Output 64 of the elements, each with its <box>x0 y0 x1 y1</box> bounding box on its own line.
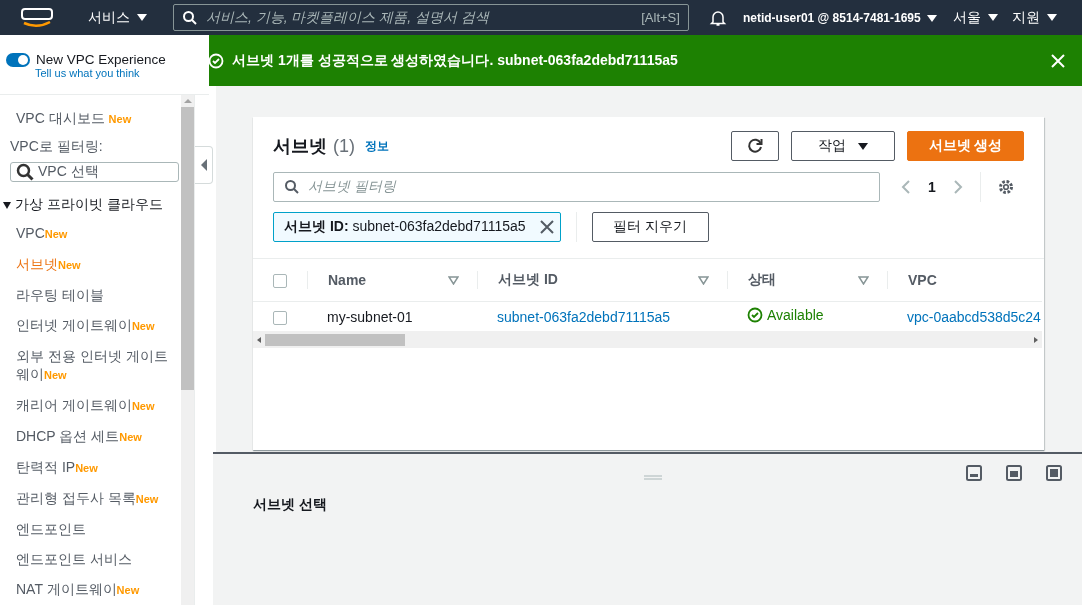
settings-icon[interactable] <box>996 178 1015 196</box>
search-icon <box>16 163 34 181</box>
collapse-sidebar-button[interactable] <box>195 146 213 184</box>
search-icon <box>284 179 300 195</box>
status-text: Available <box>767 307 824 323</box>
shortcut-hint: [Alt+S] <box>641 10 680 25</box>
sort-icon[interactable] <box>448 275 459 285</box>
toggle-label: New VPC Experience <box>36 52 166 67</box>
actions-dropdown[interactable]: 작업 <box>791 131 895 161</box>
bell-icon[interactable] <box>708 8 727 27</box>
toggle-switch[interactable] <box>6 52 30 67</box>
success-message: 서브넷 1개를 성공적으로 생성하였습니다. subnet-063fa2debd71115a5 <box>232 51 679 70</box>
check-circle-icon <box>747 307 763 323</box>
search-icon <box>181 9 198 26</box>
close-icon[interactable] <box>539 220 554 234</box>
region-menu[interactable]: 서울 <box>953 8 998 27</box>
feedback-link[interactable]: Tell us what you think <box>35 67 209 79</box>
column-header[interactable]: 서브넷 ID <box>498 271 558 289</box>
account-menu[interactable]: netid-user01 @ 8514-7481-1695 <box>742 10 938 25</box>
nav-item[interactable]: 캐리어 게이트웨이New <box>0 396 181 415</box>
sort-icon[interactable] <box>858 275 869 285</box>
vpc-select-field[interactable]: VPC 선택 <box>10 162 179 182</box>
nav-item[interactable]: 라우팅 테이블 <box>0 286 181 304</box>
search-field[interactable]: 서비스, 기능, 마켓플레이스 제품, 설명서 검색 [Alt+S] <box>172 4 689 31</box>
nav-item[interactable]: 엔드포인트 서비스 <box>0 550 181 568</box>
services-menu[interactable]: 서비스 <box>88 8 147 27</box>
nav-item[interactable]: VPC 대시보드 New <box>0 109 181 128</box>
filter-token[interactable]: 서브넷 ID: subnet-063fa2debd71115a5 <box>273 212 561 242</box>
vpc-id-link[interactable]: vpc-0aabcd538d5c24 <box>907 308 1041 325</box>
column-header[interactable]: VPC <box>908 272 937 288</box>
sort-icon[interactable] <box>698 275 709 285</box>
nav-item[interactable]: 외부 전용 인터넷 게이트웨이New <box>0 347 181 384</box>
column-header[interactable]: Name <box>328 272 367 288</box>
info-link[interactable]: 정보 <box>365 137 389 155</box>
clear-filters-button[interactable]: 필터 지우기 <box>591 212 709 242</box>
panel-full-icon[interactable] <box>1046 465 1062 481</box>
scrollbar[interactable] <box>181 95 194 605</box>
panel-middle-icon[interactable] <box>1006 465 1022 481</box>
item-count: (1) <box>333 135 355 157</box>
nav-item[interactable]: NAT 게이트웨이New <box>0 580 181 599</box>
panel-bottom-icon[interactable] <box>966 465 982 481</box>
nav-item[interactable]: VPCNew <box>0 224 181 243</box>
column-header[interactable]: 상태 <box>748 271 776 289</box>
support-menu[interactable]: 지원 <box>1011 8 1057 27</box>
split-panel-title: 서브넷 선택 <box>253 496 328 514</box>
nav-section-header[interactable]: 가상 프라이빗 클라우드 <box>0 196 181 214</box>
horizontal-scrollbar[interactable] <box>253 331 1042 348</box>
table-cell: my-subnet-01 <box>327 308 413 325</box>
subnet-id-link[interactable]: subnet-063fa2debd71115a5 <box>497 308 671 325</box>
row-checkbox[interactable] <box>273 310 287 325</box>
select-all-checkbox[interactable] <box>273 274 287 289</box>
page-number[interactable]: 1 <box>928 179 936 195</box>
nav-item[interactable]: 탄력적 IPNew <box>0 458 181 477</box>
nav-item[interactable]: 엔드포인트 <box>0 520 181 538</box>
nav-item[interactable]: DHCP 옵션 세트New <box>0 427 181 446</box>
cloud-logo-icon[interactable] <box>20 6 54 29</box>
nav-item[interactable]: 관리형 접두사 목록New <box>0 489 181 508</box>
refresh-button[interactable] <box>731 131 779 161</box>
panel-title: 서브넷 <box>273 135 327 158</box>
resize-handle-icon[interactable] <box>643 474 662 480</box>
filter-label: VPC로 필터링: <box>9 138 104 156</box>
refresh-icon <box>746 137 764 155</box>
nav-item[interactable]: 인터넷 게이트웨이New <box>0 316 181 335</box>
filter-token-text: 서브넷 ID: subnet-063fa2debd71115a5 <box>284 218 526 236</box>
